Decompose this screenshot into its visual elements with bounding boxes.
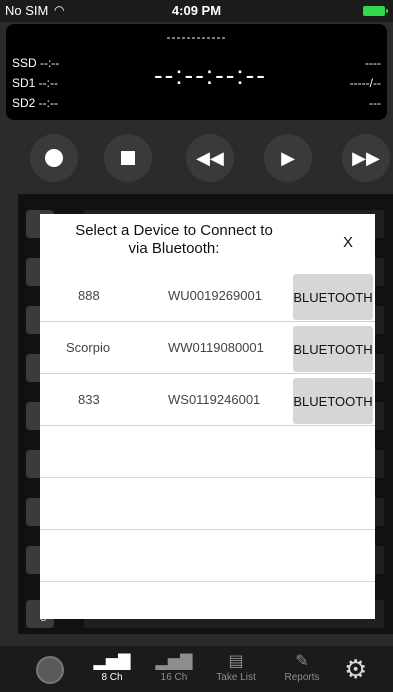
main-timecode: --:--:--:-- [154, 60, 267, 90]
tab-label: 8 Ch [101, 672, 123, 683]
empty-device-row [40, 530, 375, 582]
battery-icon [363, 6, 388, 16]
stop-button[interactable] [104, 134, 152, 182]
fast-forward-button[interactable]: ▶▶ [342, 134, 390, 182]
sd1-label: SD1 --:-- [12, 76, 58, 90]
gear-icon[interactable]: ⚙ [344, 654, 367, 685]
device-serial: WW0119080001 [168, 340, 264, 355]
stop-icon [121, 151, 135, 165]
status-time: 4:09 PM [171, 3, 222, 18]
device-name: 888 [78, 288, 100, 303]
timecode-panel: ------------ SSD --:-- SD1 --:-- SD2 --:… [6, 24, 387, 120]
bar-chart-icon: ▂▅▇ [93, 653, 131, 670]
tab-take-list[interactable]: ▤ Take List [206, 652, 266, 683]
logo-icon[interactable] [36, 656, 64, 684]
timecode-top-dashes: ------------ [166, 30, 227, 44]
empty-device-row [40, 478, 375, 530]
bluetooth-connect-button[interactable]: BLUETOOTH [293, 378, 373, 424]
close-button[interactable]: X [336, 234, 360, 254]
record-button[interactable] [30, 134, 78, 182]
device-row: 833 WS0119246001 BLUETOOTH [40, 374, 375, 426]
rewind-button[interactable]: ◀◀ [186, 134, 234, 182]
bluetooth-device-dialog: Select a Device to Connect to via Blueto… [40, 214, 375, 619]
device-row: Scorpio WW0119080001 BLUETOOTH [40, 322, 375, 374]
clapperboard-icon: ▤ [228, 653, 244, 670]
status-bar: No SIM ◠ 4:09 PM [0, 0, 393, 22]
tab-label: 16 Ch [160, 672, 188, 683]
empty-device-row [40, 426, 375, 478]
device-serial: WU0019269001 [168, 288, 262, 303]
sd2-label: SD2 --:-- [12, 96, 58, 110]
dialog-title: Select a Device to Connect to via Blueto… [40, 222, 308, 258]
record-icon [45, 149, 63, 167]
bar-chart-icon: ▂▅▇ [155, 653, 193, 670]
ssd-label: SSD --:-- [12, 56, 60, 70]
tab-label: Reports [284, 672, 320, 683]
device-serial: WS0119246001 [168, 392, 261, 407]
device-name: Scorpio [66, 340, 111, 355]
tab-16ch[interactable]: ▂▅▇ 16 Ch [144, 652, 204, 683]
play-button[interactable]: ▶ [264, 134, 312, 182]
tab-bar: ▂▅▇ 8 Ch ▂▅▇ 16 Ch ▤ Take List ✎ Reports… [0, 646, 393, 692]
timecode-right-top: ---- [365, 56, 381, 70]
tab-reports[interactable]: ✎ Reports [272, 652, 332, 683]
bluetooth-connect-button[interactable]: BLUETOOTH [293, 274, 373, 320]
device-name: 833 [78, 392, 100, 407]
edit-icon: ✎ [295, 653, 309, 670]
fast-forward-icon: ▶▶ [352, 147, 380, 168]
device-row: 888 WU0019269001 BLUETOOTH [40, 270, 375, 322]
rewind-icon: ◀◀ [196, 147, 224, 168]
timecode-right-mid: -----/-- [349, 76, 381, 90]
bluetooth-connect-button[interactable]: BLUETOOTH [293, 326, 373, 372]
dialog-title-line2: via Bluetooth: [128, 240, 220, 257]
timecode-right-bottom: --- [369, 96, 381, 110]
tab-label: Take List [216, 672, 256, 683]
transport-controls: ◀◀ ▶ ▶▶ [0, 134, 393, 190]
tab-8ch[interactable]: ▂▅▇ 8 Ch [82, 652, 142, 683]
play-icon: ▶ [281, 147, 295, 168]
dialog-title-line1: Select a Device to Connect to [75, 222, 273, 239]
